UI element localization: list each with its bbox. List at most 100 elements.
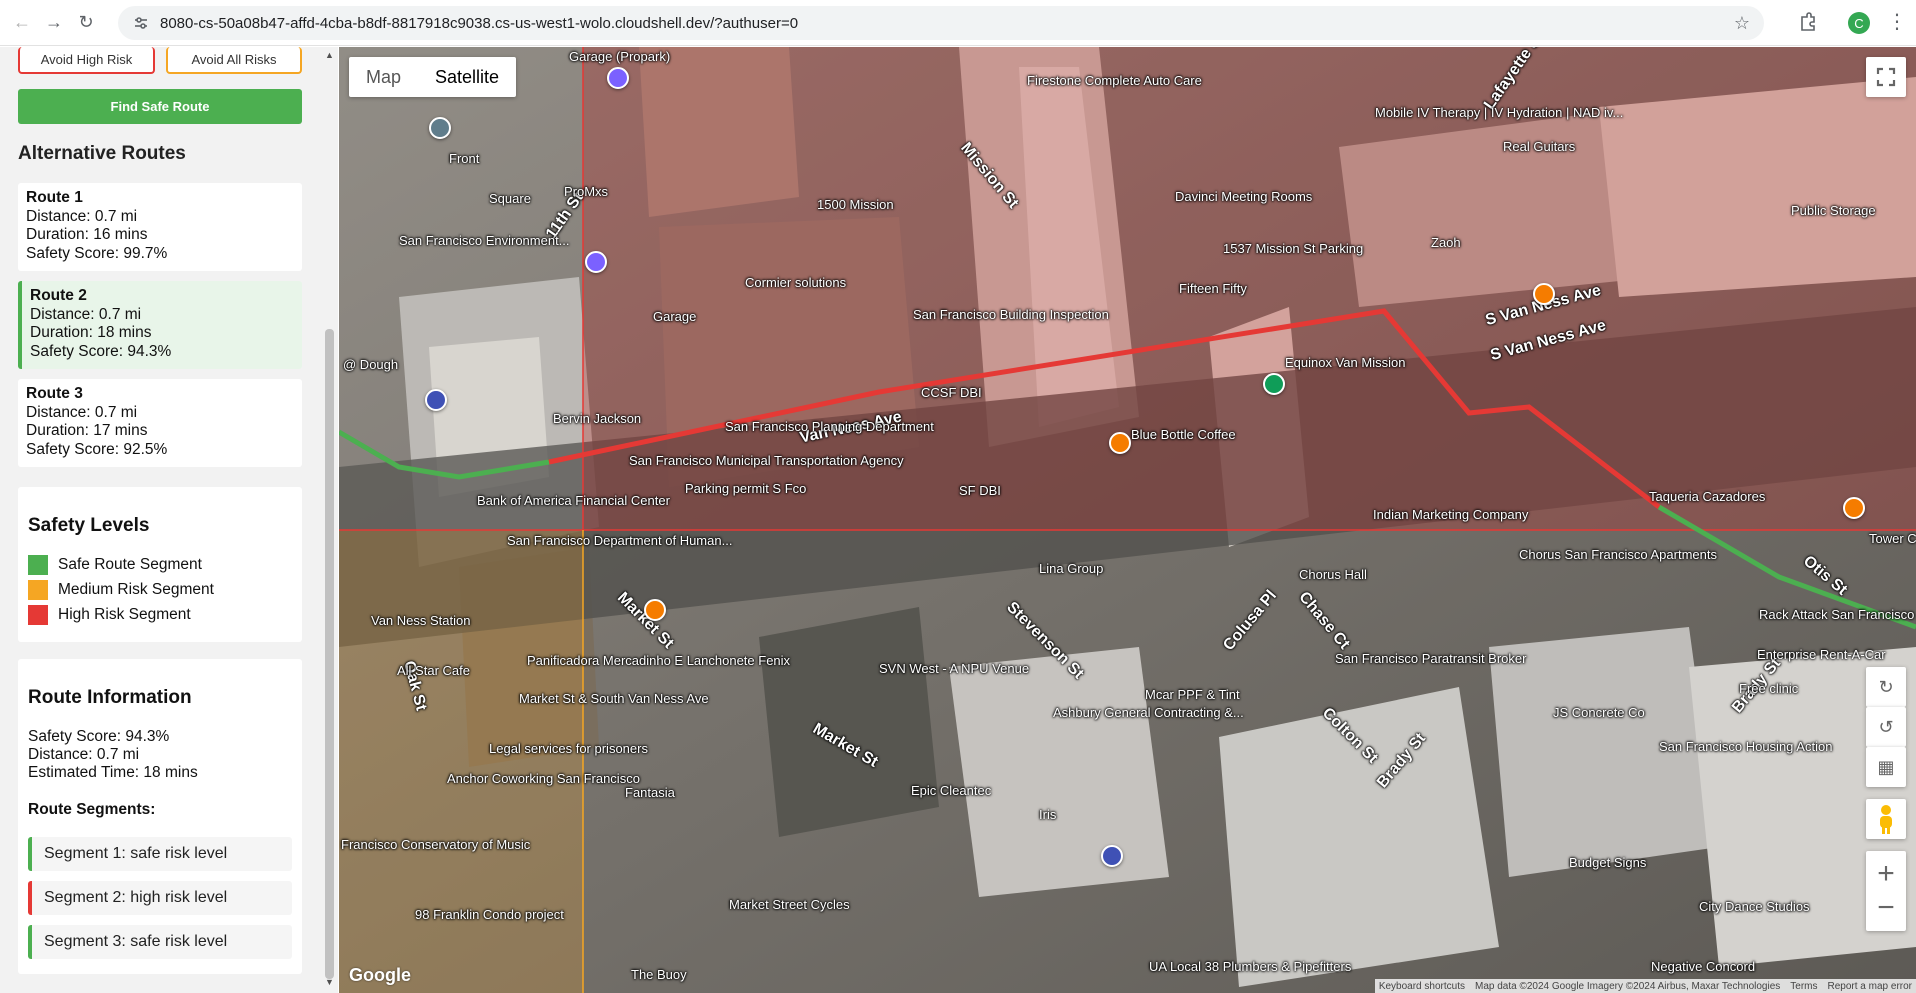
sidebar-scrollbar[interactable]: ▲ ▼ <box>322 47 338 993</box>
place-label[interactable]: SF DBI <box>959 483 1001 498</box>
place-label[interactable]: Blue Bottle Coffee <box>1131 427 1236 442</box>
place-label[interactable]: Iris <box>1039 807 1056 822</box>
place-label[interactable]: Market Street Cycles <box>729 897 850 912</box>
place-label[interactable]: Square <box>489 191 531 206</box>
place-label[interactable]: Market St & South Van Ness Ave <box>519 691 709 706</box>
place-label[interactable]: ProMxs <box>564 184 608 199</box>
bookmark-star-icon[interactable]: ☆ <box>1734 13 1750 34</box>
scroll-down-arrow-icon[interactable]: ▼ <box>325 977 334 987</box>
place-label[interactable]: San Francisco Paratransit Broker <box>1335 651 1526 666</box>
scrollbar-thumb[interactable] <box>325 329 334 979</box>
place-label[interactable]: Equinox Van Mission <box>1285 355 1405 370</box>
more-menu-icon[interactable]: ⋮ <box>1887 9 1907 34</box>
tilt-button[interactable]: ▦ <box>1866 747 1906 787</box>
place-label[interactable]: Anchor Coworking San Francisco <box>447 771 640 786</box>
scroll-up-arrow-icon[interactable]: ▲ <box>325 50 334 60</box>
place-label[interactable]: Front <box>449 151 479 166</box>
zoom-in-icon[interactable]: + <box>1877 857 1895 891</box>
place-label[interactable]: Real Guitars <box>1503 139 1575 154</box>
find-safe-route-button[interactable]: Find Safe Route <box>18 89 302 124</box>
shop-pin-icon[interactable] <box>1101 845 1123 867</box>
place-label[interactable]: Mcar PPF & Tint <box>1145 687 1240 702</box>
place-label[interactable]: 98 Franklin Condo project <box>415 907 564 922</box>
map-canvas[interactable]: Van Ness Ave Mission St Market St Market… <box>339 47 1916 993</box>
map-type-satellite-button[interactable]: Satellite <box>418 57 516 97</box>
cafe-pin-icon[interactable] <box>1109 432 1131 454</box>
place-label[interactable]: Epic Cleantec <box>911 783 991 798</box>
place-label[interactable]: Negative Concord <box>1651 959 1755 974</box>
place-label[interactable]: Indian Marketing Company <box>1373 507 1528 522</box>
food-pin-icon[interactable] <box>644 599 666 621</box>
extensions-puzzle-icon[interactable] <box>1795 10 1821 36</box>
place-label[interactable]: Firestone Complete Auto Care <box>1027 73 1202 88</box>
keyboard-shortcuts-link[interactable]: Keyboard shortcuts <box>1379 981 1465 992</box>
place-label[interactable]: Cormier solutions <box>745 275 846 290</box>
place-label[interactable]: JS Concrete Co <box>1553 705 1645 720</box>
route-card-2[interactable]: Route 2 Distance: 0.7 mi Duration: 18 mi… <box>18 281 302 369</box>
place-label[interactable]: Budget Signs <box>1569 855 1646 870</box>
place-label[interactable]: Chorus San Francisco Apartments <box>1519 547 1717 562</box>
back-arrow-icon[interactable]: ← <box>8 9 36 37</box>
place-label[interactable]: Taqueria Cazadores <box>1649 489 1765 504</box>
place-label[interactable]: Garage (Propark) <box>569 49 670 64</box>
place-label[interactable]: Davinci Meeting Rooms <box>1175 189 1312 204</box>
place-label[interactable]: San Francisco Municipal Transportation A… <box>629 453 904 468</box>
place-label[interactable]: San Francisco Environment... <box>399 233 570 248</box>
place-label[interactable]: Ashbury General Contracting &... <box>1053 705 1244 720</box>
place-label[interactable]: Van Ness Station <box>371 613 470 628</box>
report-error-link[interactable]: Report a map error <box>1828 981 1912 992</box>
parking-pin-icon[interactable] <box>585 251 607 273</box>
place-label[interactable]: Chorus Hall <box>1299 567 1367 582</box>
place-label[interactable]: Tower C <box>1869 531 1916 546</box>
place-label[interactable]: Rack Attack San Francisco <box>1759 607 1914 622</box>
address-bar[interactable]: 8080-cs-50a08b47-affd-4cba-b8df-8817918c… <box>118 6 1764 40</box>
place-label[interactable]: Legal services for prisoners <box>489 741 648 756</box>
place-label[interactable]: Zaoh <box>1431 235 1461 250</box>
rotate-counterclockwise-button[interactable]: ↺ <box>1866 707 1906 747</box>
place-label[interactable]: Panificadora Mercadinho E Lanchonete Fen… <box>527 653 790 668</box>
street-view-pegman[interactable] <box>1866 799 1906 839</box>
place-label[interactable]: The Buoy <box>631 967 687 982</box>
place-label[interactable]: Fantasia <box>625 785 675 800</box>
rotate-clockwise-button[interactable]: ↻ <box>1866 667 1906 707</box>
bank-pin-icon[interactable] <box>425 389 447 411</box>
site-settings-icon[interactable] <box>132 14 150 32</box>
place-label[interactable]: Free clinic <box>1739 681 1798 696</box>
place-label[interactable]: San Francisco Department of Human... <box>507 533 732 548</box>
place-label[interactable]: Bank of America Financial Center <box>477 493 670 508</box>
place-label[interactable]: UA Local 38 Plumbers & Pipefitters <box>1149 959 1351 974</box>
route-card-3[interactable]: Route 3 Distance: 0.7 mi Duration: 17 mi… <box>18 379 302 467</box>
parking-pin-icon[interactable] <box>607 67 629 89</box>
place-label[interactable]: City Dance Studios <box>1699 899 1810 914</box>
url-text[interactable]: 8080-cs-50a08b47-affd-4cba-b8df-8817918c… <box>160 15 798 32</box>
route-card-1[interactable]: Route 1 Distance: 0.7 mi Duration: 16 mi… <box>18 183 302 271</box>
map-type-map-button[interactable]: Map <box>349 57 418 97</box>
place-label[interactable]: Garage <box>653 309 696 324</box>
place-label[interactable]: Fifteen Fifty <box>1179 281 1247 296</box>
place-label[interactable]: Public Storage <box>1791 203 1876 218</box>
place-label[interactable]: @ Dough <box>343 357 398 372</box>
fullscreen-button[interactable] <box>1866 57 1906 97</box>
avoid-all-risks-button[interactable]: Avoid All Risks <box>166 47 302 74</box>
profile-avatar[interactable]: C <box>1848 12 1870 34</box>
place-label[interactable]: CCSF DBI <box>921 385 982 400</box>
zoom-control[interactable]: + − <box>1866 851 1906 931</box>
place-label[interactable]: SVN West - A NPU Venue <box>879 661 1029 676</box>
gym-pin-icon[interactable] <box>1263 373 1285 395</box>
place-label[interactable]: Francisco Conservatory of Music <box>341 837 530 852</box>
place-label[interactable]: 1537 Mission St Parking <box>1223 241 1363 256</box>
reload-icon[interactable]: ↻ <box>72 9 100 37</box>
place-label[interactable]: San Francisco Housing Action <box>1659 739 1832 754</box>
place-label[interactable]: Lina Group <box>1039 561 1103 576</box>
place-label[interactable]: Enterprise Rent-A-Car <box>1757 647 1886 662</box>
place-label[interactable]: Mobile IV Therapy | IV Hydration | NAD i… <box>1375 105 1623 120</box>
place-label[interactable]: San Francisco Planning Department <box>725 419 934 434</box>
terms-link[interactable]: Terms <box>1790 981 1817 992</box>
place-label[interactable]: San Francisco Building Inspection <box>913 307 1109 322</box>
place-label[interactable]: 1500 Mission <box>817 197 894 212</box>
place-label[interactable]: Parking permit S Fco <box>685 481 806 496</box>
place-label[interactable]: Bervin Jackson <box>553 411 641 426</box>
forward-arrow-icon[interactable]: → <box>40 9 68 37</box>
avoid-high-risk-button[interactable]: Avoid High Risk <box>18 47 155 74</box>
place-pin-icon[interactable] <box>429 117 451 139</box>
